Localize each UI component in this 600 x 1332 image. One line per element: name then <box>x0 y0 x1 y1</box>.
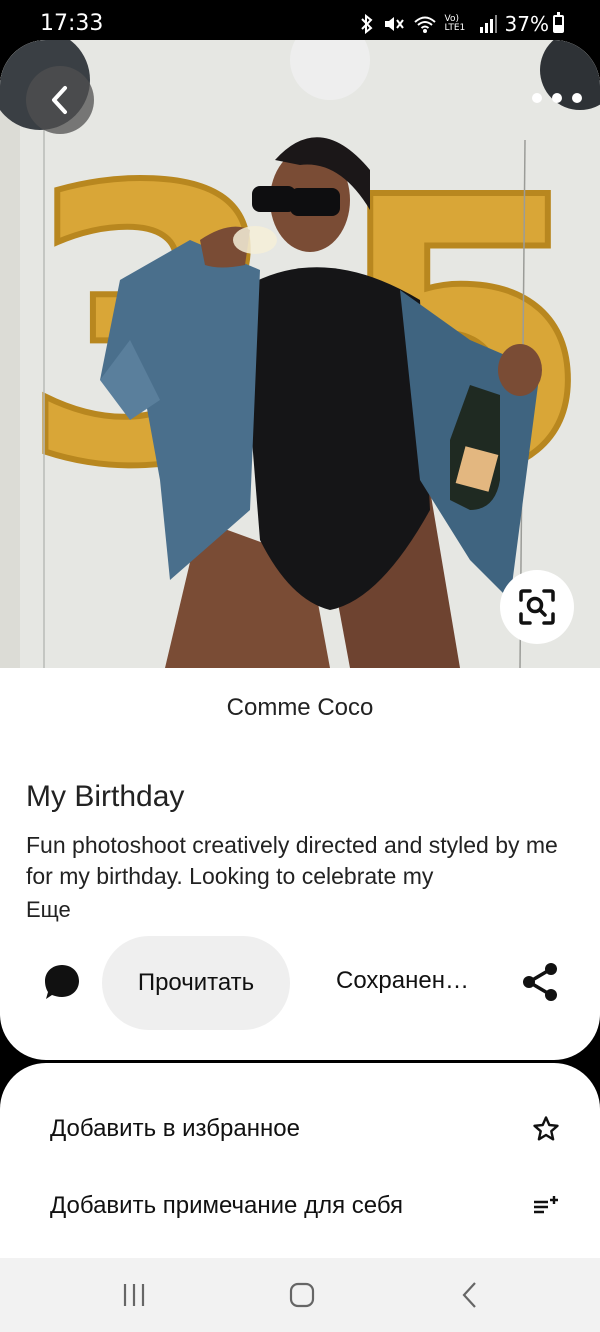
signal-icon <box>479 15 497 33</box>
recent-apps-button[interactable] <box>114 1280 154 1310</box>
status-time: 17:33 <box>40 11 104 36</box>
pin-title: My Birthday <box>26 780 185 813</box>
options-sheet: Добавить в избранное Добавить примечание… <box>0 1063 600 1263</box>
back-icon <box>462 1282 476 1308</box>
show-more-link[interactable]: Еще <box>26 897 71 923</box>
dot-icon <box>572 93 582 103</box>
network-label: Vo) LTE1 <box>444 14 466 33</box>
comment-icon <box>45 965 79 999</box>
wifi-icon <box>413 16 436 33</box>
back-button[interactable] <box>26 66 94 134</box>
dot-icon <box>552 93 562 103</box>
creator-name[interactable]: Comme Coco <box>0 694 600 722</box>
status-icons: Vo) LTE1 37% <box>359 12 564 36</box>
dot-icon <box>532 93 542 103</box>
pin-image[interactable]: 3 5 <box>0 40 600 668</box>
recent-apps-icon <box>123 1284 145 1306</box>
add-note-icon <box>534 1196 558 1214</box>
pin-photo: 3 5 <box>0 40 600 668</box>
more-options-button[interactable] <box>532 84 582 112</box>
action-row: Прочитать Сохранен… <box>0 936 600 1032</box>
home-button[interactable] <box>282 1280 322 1310</box>
pin-card: 3 5 <box>0 40 600 1060</box>
lens-search-icon <box>519 589 555 625</box>
chevron-left-icon <box>52 86 67 114</box>
saved-button[interactable]: Сохранен… <box>336 967 469 995</box>
visual-search-button[interactable] <box>500 570 574 644</box>
battery-percent: 37% <box>504 12 549 36</box>
share-icon <box>523 963 557 1001</box>
share-button[interactable] <box>520 962 562 1004</box>
add-note-item[interactable]: Добавить примечание для себя <box>50 1178 560 1234</box>
add-to-favorites-label: Добавить в избранное <box>50 1115 300 1142</box>
battery-icon <box>553 12 564 33</box>
bluetooth-icon <box>360 14 373 34</box>
system-nav-bar <box>0 1258 600 1332</box>
add-note-label: Добавить примечание для себя <box>50 1192 404 1219</box>
mute-icon <box>384 17 404 31</box>
read-button[interactable]: Прочитать <box>102 936 290 1030</box>
comment-button[interactable] <box>42 962 86 1006</box>
pin-description: Fun photoshoot creatively directed and s… <box>26 832 558 889</box>
star-icon <box>533 1116 559 1141</box>
home-icon <box>289 1282 315 1308</box>
add-to-favorites-item[interactable]: Добавить в избранное <box>50 1101 560 1157</box>
system-back-button[interactable] <box>450 1280 490 1310</box>
